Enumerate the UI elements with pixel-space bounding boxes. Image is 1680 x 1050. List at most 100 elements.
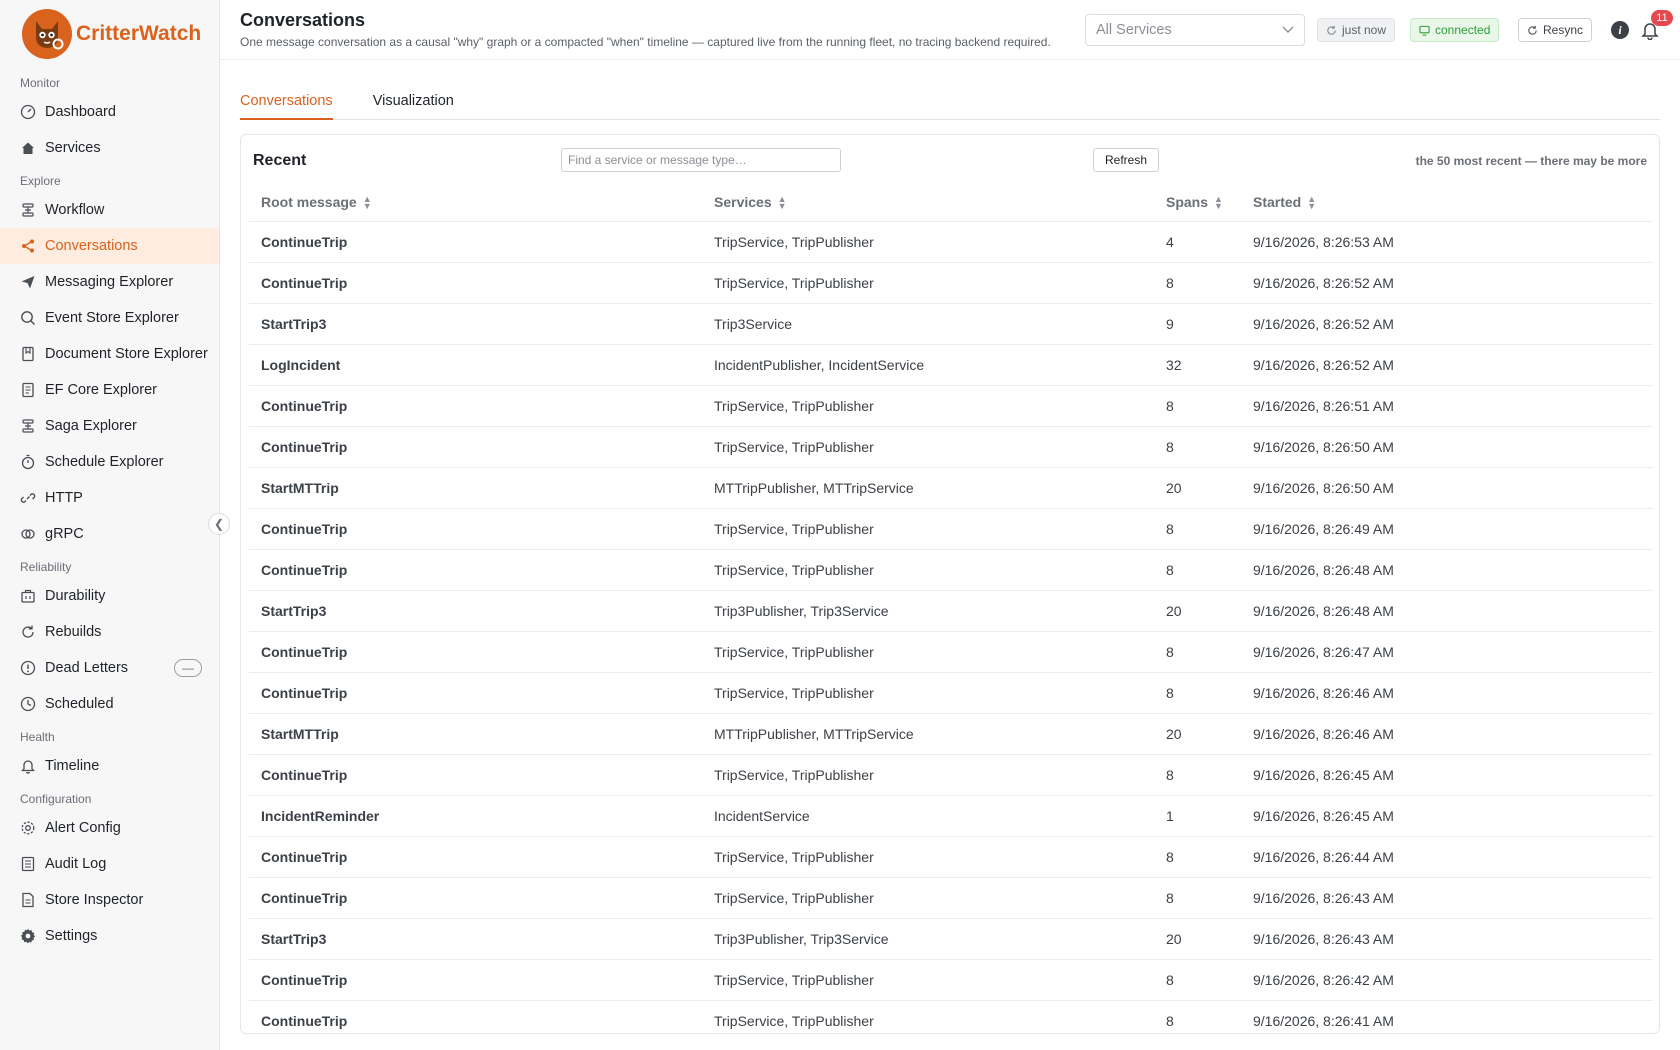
services-cell: TripService, TripPublisher xyxy=(702,631,1154,673)
services-cell: TripService, TripPublisher xyxy=(702,508,1154,550)
sidebar-item-label: Store Inspector xyxy=(45,892,144,908)
spans-cell: 32 xyxy=(1154,344,1241,386)
table-row[interactable]: StartMTTrip MTTripPublisher, MTTripServic… xyxy=(249,467,1653,509)
root-message-cell: ContinueTrip xyxy=(249,385,702,427)
table-row[interactable]: StartTrip3 Trip3Publisher, Trip3Service 20… xyxy=(249,918,1653,960)
table-row[interactable]: ContinueTrip TripService, TripPublisher 4 9… xyxy=(249,221,1653,263)
table-row[interactable]: StartMTTrip MTTripPublisher, MTTripServic… xyxy=(249,713,1653,755)
sidebar-item-timeline[interactable]: Timeline xyxy=(0,748,219,784)
started-cell: 9/16/2026, 8:26:47 AM xyxy=(1241,631,1653,673)
started-cell: 9/16/2026, 8:26:48 AM xyxy=(1241,549,1653,591)
table-row[interactable]: ContinueTrip TripService, TripPublisher 8 9… xyxy=(249,1000,1653,1033)
search-input[interactable] xyxy=(561,148,841,172)
sidebar-item-ef-core-explorer[interactable]: EF Core Explorer xyxy=(0,372,219,408)
sidebar-item-label: Audit Log xyxy=(45,856,107,872)
sidebar-item-store-inspector[interactable]: Store Inspector xyxy=(0,882,219,918)
collapse-sidebar-button[interactable]: ❮ xyxy=(208,513,230,535)
sidebar-item-label: Dead Letters xyxy=(45,660,129,676)
tab-visualization[interactable]: Visualization xyxy=(373,88,454,120)
tab-conversations[interactable]: Conversations xyxy=(240,88,333,120)
service-select[interactable]: All Services xyxy=(1085,14,1305,46)
sidebar-item-grpc[interactable]: gRPC xyxy=(0,516,219,552)
refresh-button[interactable]: Refresh xyxy=(1093,148,1160,172)
sidebar-item-http[interactable]: HTTP xyxy=(0,480,219,516)
sidebar-item-settings[interactable]: Settings xyxy=(0,918,219,954)
sidebar-item-conversations[interactable]: Conversations xyxy=(0,228,219,264)
dead-letters-count-badge: — xyxy=(174,659,202,677)
spans-cell: 8 xyxy=(1154,754,1241,796)
sidebar-item-event-store-explorer[interactable]: Event Store Explorer xyxy=(0,300,219,336)
sidebar-item-audit-log[interactable]: Audit Log xyxy=(0,846,219,882)
info-icon[interactable]: i xyxy=(1611,21,1629,39)
column-header-services[interactable]: Services ▲ ▼ xyxy=(702,183,1154,222)
sidebar-item-label: Durability xyxy=(45,588,106,604)
brand[interactable]: CritterWatch xyxy=(0,0,219,68)
sidebar-item-schedule-explorer[interactable]: Schedule Explorer xyxy=(0,444,219,480)
recent-conversations-card: Recent Refresh the 50 most recent — ther… xyxy=(240,134,1660,1034)
table-row[interactable]: ContinueTrip TripService, TripPublisher 8 9… xyxy=(249,959,1653,1001)
column-header-spans[interactable]: Spans ▲ ▼ xyxy=(1154,183,1241,222)
root-message-cell: ContinueTrip xyxy=(249,754,702,796)
table-row[interactable]: ContinueTrip TripService, TripPublisher 8 9… xyxy=(249,549,1653,591)
sidebar-item-messaging-explorer[interactable]: Messaging Explorer xyxy=(0,264,219,300)
refresh-status-label: just now xyxy=(1342,23,1387,37)
tab-bar: Conversations Visualization xyxy=(240,88,1660,120)
bell-icon xyxy=(20,758,36,774)
table-row[interactable]: ContinueTrip TripService, TripPublisher 8 9… xyxy=(249,836,1653,878)
column-header-started[interactable]: Started ▲ ▼ xyxy=(1241,183,1653,222)
root-message-cell: StartMTTrip xyxy=(249,713,702,755)
table-row[interactable]: IncidentReminder IncidentService 1 9/16/202… xyxy=(249,795,1653,837)
started-cell: 9/16/2026, 8:26:53 AM xyxy=(1241,221,1653,263)
table-row[interactable]: ContinueTrip TripService, TripPublisher 8 9… xyxy=(249,385,1653,427)
column-header-root-message[interactable]: Root message ▲ ▼ xyxy=(249,183,702,222)
started-cell: 9/16/2026, 8:26:43 AM xyxy=(1241,918,1653,960)
services-cell: TripService, TripPublisher xyxy=(702,1000,1154,1033)
sidebar-item-workflow[interactable]: Workflow xyxy=(0,192,219,228)
spans-cell: 9 xyxy=(1154,303,1241,345)
file-icon xyxy=(20,892,36,908)
table-row[interactable]: StartTrip3 Trip3Service 9 9/16/2026, 8:26:5… xyxy=(249,303,1653,345)
sidebar-item-dashboard[interactable]: Dashboard xyxy=(0,94,219,130)
resync-button[interactable]: Resync xyxy=(1518,18,1593,42)
root-message-cell: ContinueTrip xyxy=(249,836,702,878)
nav-group-monitor: Monitor xyxy=(20,76,61,90)
sidebar-item-services[interactable]: Services xyxy=(0,130,219,166)
services-cell: MTTripPublisher, MTTripService xyxy=(702,713,1154,755)
table-row[interactable]: ContinueTrip TripService, TripPublisher 8 9… xyxy=(249,262,1653,304)
refresh-icon xyxy=(1326,25,1337,36)
sidebar-item-alert-config[interactable]: Alert Config xyxy=(0,810,219,846)
alert-circle-icon xyxy=(20,660,36,676)
services-cell: TripService, TripPublisher xyxy=(702,262,1154,304)
sidebar-item-saga-explorer[interactable]: Saga Explorer xyxy=(0,408,219,444)
root-message-cell: ContinueTrip xyxy=(249,262,702,304)
sidebar-item-label: Document Store Explorer xyxy=(45,346,208,362)
table-row[interactable]: StartTrip3 Trip3Publisher, Trip3Service 20… xyxy=(249,590,1653,632)
sidebar-item-scheduled[interactable]: Scheduled xyxy=(0,686,219,722)
sidebar-item-document-store-explorer[interactable]: Document Store Explorer xyxy=(0,336,219,372)
spans-cell: 8 xyxy=(1154,549,1241,591)
nav-group-reliability: Reliability xyxy=(20,560,72,574)
table-row[interactable]: ContinueTrip TripService, TripPublisher 8 9… xyxy=(249,672,1653,714)
table-row[interactable]: ContinueTrip TripService, TripPublisher 8 9… xyxy=(249,426,1653,468)
spans-cell: 8 xyxy=(1154,631,1241,673)
table-row[interactable]: ContinueTrip TripService, TripPublisher 8 9… xyxy=(249,754,1653,796)
sidebar-item-dead-letters[interactable]: Dead Letters — xyxy=(0,650,219,686)
sidebar-item-label: Rebuilds xyxy=(45,624,102,640)
sidebar-item-label: Schedule Explorer xyxy=(45,454,164,470)
table-row[interactable]: ContinueTrip TripService, TripPublisher 8 9… xyxy=(249,877,1653,919)
started-cell: 9/16/2026, 8:26:43 AM xyxy=(1241,877,1653,919)
root-message-cell: StartTrip3 xyxy=(249,918,702,960)
sidebar-item-label: Dashboard xyxy=(45,104,116,120)
result-limit-note: the 50 most recent — there may be more xyxy=(1415,154,1647,168)
spans-cell: 20 xyxy=(1154,467,1241,509)
cog-icon xyxy=(20,928,36,944)
sidebar-item-rebuilds[interactable]: Rebuilds xyxy=(0,614,219,650)
table-row[interactable]: ContinueTrip TripService, TripPublisher 8 9… xyxy=(249,508,1653,550)
table-row[interactable]: LogIncident IncidentPublisher, IncidentSe… xyxy=(249,344,1653,386)
sidebar-item-durability[interactable]: Durability xyxy=(0,578,219,614)
spans-cell: 8 xyxy=(1154,426,1241,468)
services-cell: TripService, TripPublisher xyxy=(702,385,1154,427)
services-cell: TripService, TripPublisher xyxy=(702,877,1154,919)
table-row[interactable]: ContinueTrip TripService, TripPublisher 8 9… xyxy=(249,631,1653,673)
root-message-cell: ContinueTrip xyxy=(249,631,702,673)
